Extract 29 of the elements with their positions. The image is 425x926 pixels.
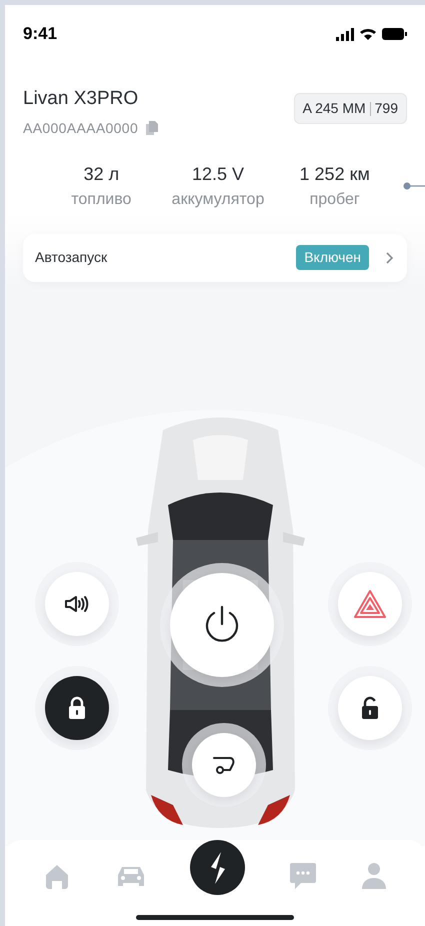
- lock-button[interactable]: [45, 676, 109, 740]
- power-button[interactable]: [170, 572, 274, 676]
- stat-value: 32 л: [84, 162, 120, 186]
- status-badge: Включен: [296, 245, 369, 270]
- plate-number: A 245 MM: [302, 99, 366, 118]
- autostart-row[interactable]: Автозапуск Включен: [23, 234, 407, 282]
- lock-icon: [67, 696, 87, 720]
- signal-icon: [336, 28, 354, 40]
- plate-region: 799: [374, 99, 398, 118]
- chevron-right-icon: [385, 250, 395, 264]
- autostart-label: Автозапуск: [35, 248, 108, 267]
- pager-indicator: [403, 182, 425, 190]
- stat-label: пробег: [310, 190, 360, 210]
- trunk-button[interactable]: [192, 732, 256, 796]
- unlock-button[interactable]: [338, 676, 402, 740]
- stat-label: аккумулятор: [172, 190, 264, 210]
- stat-value: 1 252 км: [300, 162, 370, 186]
- hazard-icon: [353, 588, 387, 618]
- car-model-title: Livan X3PRO: [23, 87, 140, 111]
- battery-icon: [382, 28, 407, 40]
- unlocked-lock-icon: [360, 696, 380, 720]
- hazard-button[interactable]: [338, 572, 402, 636]
- wifi-icon: [360, 28, 376, 40]
- vin-number: AA000AAAA0000: [23, 118, 138, 138]
- status-time: 9:41: [23, 23, 58, 46]
- stat-value: 12.5 V: [192, 162, 244, 186]
- stat-label: топливо: [71, 190, 132, 210]
- horn-button[interactable]: [45, 572, 109, 636]
- horn-icon: [64, 594, 90, 614]
